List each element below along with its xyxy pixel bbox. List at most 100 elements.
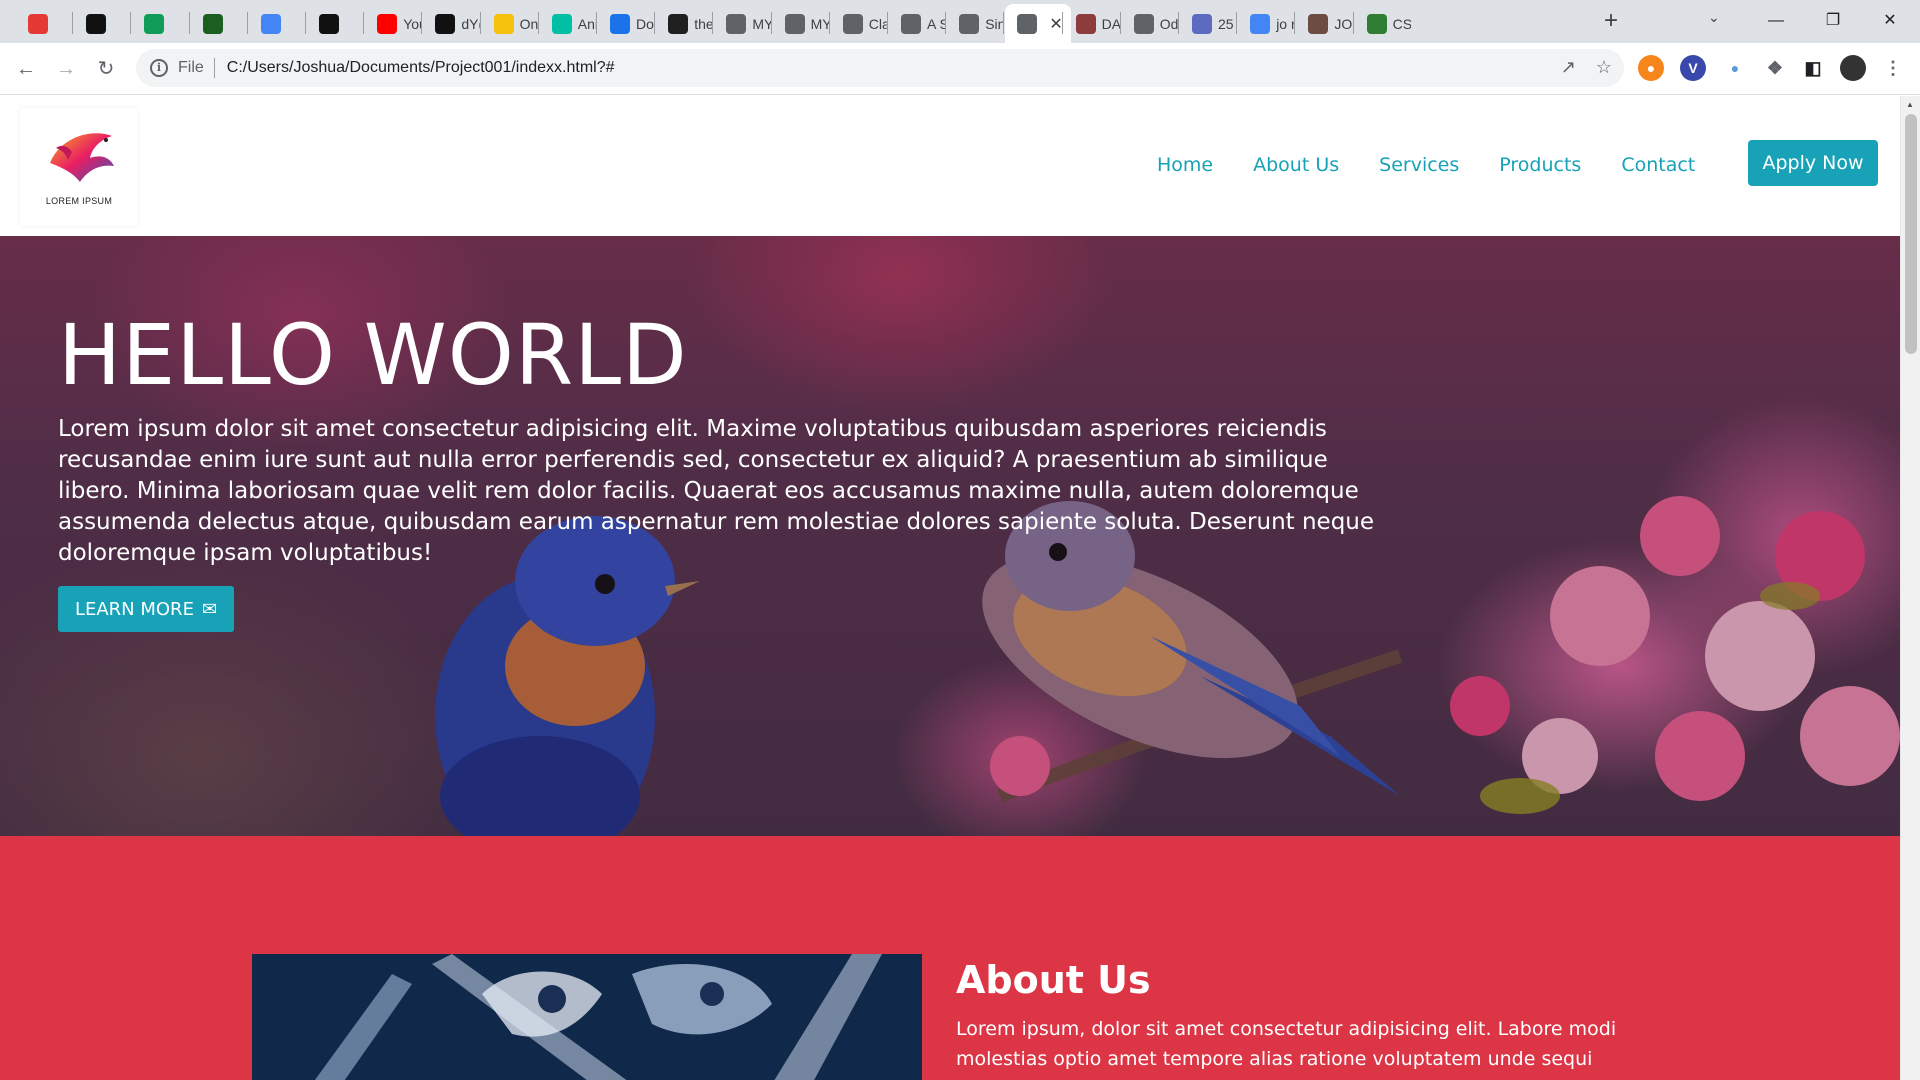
back-button[interactable]: ← xyxy=(12,55,40,83)
browser-tab[interactable]: Sin xyxy=(947,4,1003,43)
browser-tab-label: jo r xyxy=(1276,15,1295,32)
nav-about-us[interactable]: About Us xyxy=(1253,154,1339,176)
browser-tab-label: CS xyxy=(1392,15,1411,32)
forward-button[interactable]: → xyxy=(52,55,80,83)
browser-tab[interactable] xyxy=(74,4,130,43)
browser-tab[interactable]: Ani xyxy=(540,4,596,43)
browser-tab[interactable]: 25 xyxy=(1180,4,1236,43)
browser-tab[interactable]: jo r xyxy=(1238,4,1294,43)
extensions-puzzle-icon[interactable]: ❖ xyxy=(1762,55,1788,81)
address-divider xyxy=(213,58,215,78)
reload-button[interactable]: ↻ xyxy=(92,55,120,83)
browser-tab[interactable]: DA xyxy=(1064,4,1120,43)
tab-separator xyxy=(72,12,74,34)
browser-tab[interactable]: Cla xyxy=(831,4,887,43)
browser-tab[interactable]: dY( xyxy=(423,4,480,43)
tab-separator xyxy=(945,12,947,34)
download-icon xyxy=(610,13,630,34)
browser-tab-label: DA xyxy=(1101,15,1120,32)
address-url[interactable]: C:/Users/Joshua/Documents/Project001/ind… xyxy=(227,59,615,77)
browser-tab-label: You xyxy=(403,15,421,32)
pikachu-icon xyxy=(493,13,514,34)
profile-avatar[interactable] xyxy=(1840,55,1866,81)
side-panel-icon[interactable]: ◧ xyxy=(1800,55,1826,81)
browser-menu-icon[interactable]: ⋮ xyxy=(1880,55,1906,81)
tab-separator xyxy=(1352,12,1354,34)
browser-tab[interactable]: CS xyxy=(1355,4,1411,43)
address-scheme: File xyxy=(178,59,204,76)
browser-tab-label: the xyxy=(694,15,713,32)
browser-tab-label: MY xyxy=(810,15,829,32)
browser-tab-label: 25 xyxy=(1218,15,1234,32)
face-icon xyxy=(1308,13,1329,34)
about-text: Lorem ipsum, dolor sit amet consectetur … xyxy=(956,1018,1617,1080)
hero-text: Lorem ipsum dolor sit amet consectetur a… xyxy=(58,416,1375,566)
browser-tab-label: MY xyxy=(752,15,771,32)
site-logo[interactable]: LOREM IPSUM xyxy=(20,108,138,226)
browser-tab[interactable]: On xyxy=(482,4,538,43)
browser-tab[interactable]: You xyxy=(365,4,421,43)
learn-more-button[interactable]: LEARN MORE ✉ xyxy=(58,586,234,632)
browser-tab[interactable]: A S xyxy=(889,4,945,43)
h-icon xyxy=(1192,13,1212,34)
browser-tab[interactable] xyxy=(16,4,72,43)
minimize-button[interactable]: — xyxy=(1756,6,1796,36)
flag-icon xyxy=(260,13,281,34)
browser-tab[interactable]: Do xyxy=(598,4,654,43)
diamond-icon xyxy=(319,13,339,34)
globe-icon xyxy=(901,13,921,34)
globe-icon xyxy=(959,13,980,34)
tab-separator xyxy=(596,12,597,34)
tab-strip: You dY(On Ani Do the MY MY Cla A S Sin ✕ DA Od 25 jo r… xyxy=(0,0,1920,43)
drop-extension-icon[interactable]: ● xyxy=(1722,55,1748,81)
globe-icon xyxy=(1133,13,1154,34)
nav-contact[interactable]: Contact xyxy=(1621,154,1695,176)
tab-separator xyxy=(130,12,132,34)
tab-separator xyxy=(828,12,830,34)
site-header: LOREM IPSUM Home About Us Services Produ… xyxy=(0,96,1900,236)
browser-tab[interactable]: Od xyxy=(1122,4,1178,43)
avatar-icon xyxy=(1075,13,1096,34)
browser-tab-label: On xyxy=(519,15,538,32)
v-extension-icon[interactable]: V xyxy=(1680,55,1706,81)
bookmark-star-icon[interactable]: ☆ xyxy=(1596,57,1612,78)
browser-tab[interactable] xyxy=(249,4,305,43)
browser-tab[interactable]: MY xyxy=(773,4,829,43)
v-icon xyxy=(144,13,165,34)
tab-separator xyxy=(188,12,190,34)
address-bar[interactable]: i File C:/Users/Joshua/Documents/Project… xyxy=(136,49,1624,87)
page-scrollbar[interactable]: ▲ xyxy=(1900,96,1920,1080)
tab-separator xyxy=(246,12,248,34)
browser-tab-label: dY( xyxy=(461,15,479,32)
globe-icon xyxy=(1017,13,1038,34)
tab-separator xyxy=(363,12,365,34)
share-icon[interactable]: ↗ xyxy=(1561,57,1576,78)
nav-products[interactable]: Products xyxy=(1499,154,1581,176)
scroll-thumb[interactable] xyxy=(1905,114,1917,354)
metamask-extension-icon[interactable]: ● xyxy=(1638,55,1664,81)
tab-search-chevron-icon[interactable]: ⌄ xyxy=(1708,9,1720,26)
browser-tab[interactable] xyxy=(132,4,188,43)
site-info-icon[interactable]: i xyxy=(150,59,168,77)
close-window-button[interactable]: ✕ xyxy=(1870,6,1910,36)
restore-button[interactable]: ❐ xyxy=(1813,6,1853,36)
envelope-icon: ✉ xyxy=(201,598,218,620)
browser-tab[interactable] xyxy=(191,4,247,43)
new-tab-button[interactable]: + xyxy=(1597,7,1625,35)
about-image xyxy=(252,954,922,1080)
tab-separator xyxy=(1003,12,1005,34)
browser-tab-label: JO xyxy=(1334,15,1353,32)
browser-tab[interactable]: the xyxy=(656,4,712,43)
browser-tab[interactable]: JO xyxy=(1296,4,1352,43)
browser-tab[interactable]: MY xyxy=(714,4,771,43)
learn-more-label: LEARN MORE xyxy=(74,598,194,620)
browser-tab[interactable] xyxy=(307,4,363,43)
nav-home[interactable]: Home xyxy=(1157,154,1213,176)
browser-tab-label: A S xyxy=(927,15,946,32)
scroll-up-arrow-icon[interactable]: ▲ xyxy=(1906,100,1914,109)
tab-separator xyxy=(654,12,656,34)
apply-now-button[interactable]: Apply Now xyxy=(1748,140,1878,186)
tab-separator xyxy=(479,12,481,34)
browser-toolbar: ← → ↻ i File C:/Users/Joshua/Documents/P… xyxy=(0,43,1920,95)
nav-services[interactable]: Services xyxy=(1379,154,1459,176)
